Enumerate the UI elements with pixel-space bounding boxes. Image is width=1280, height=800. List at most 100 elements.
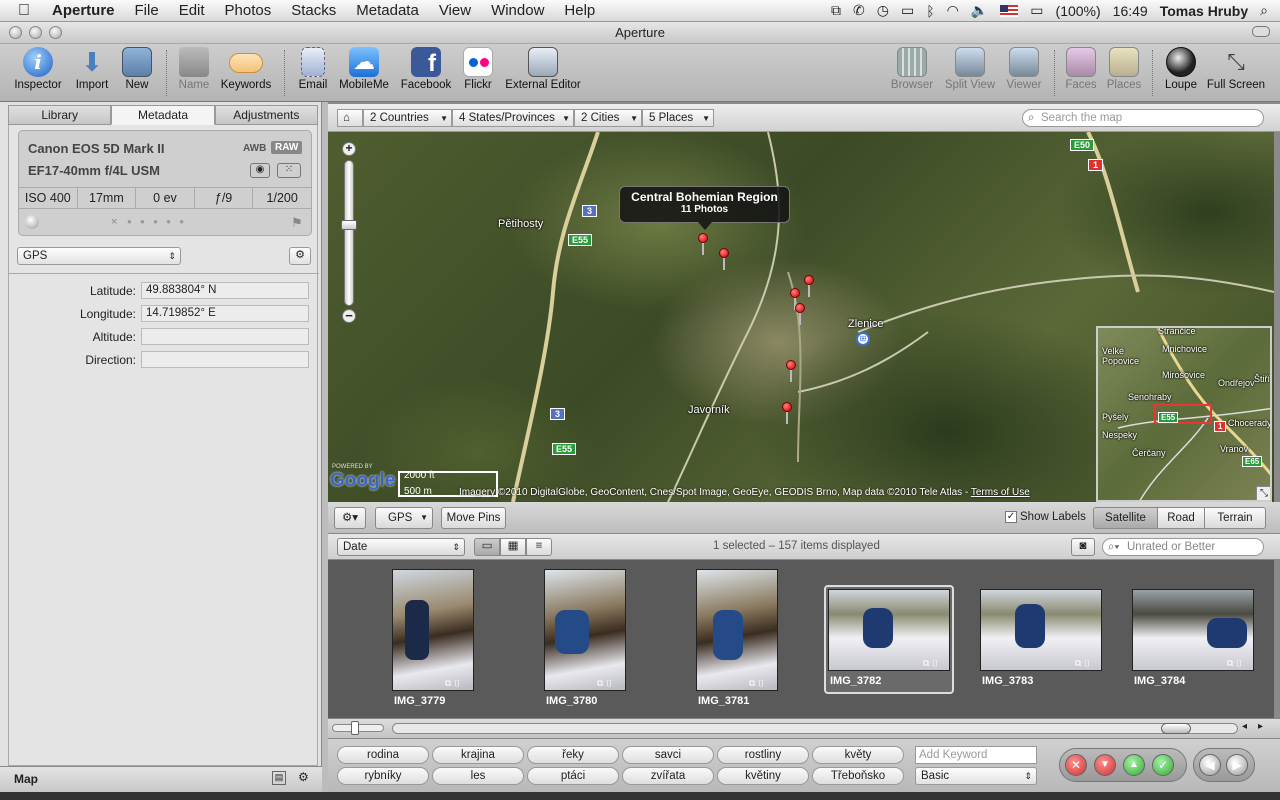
facebook-button[interactable]: f Facebook [400, 47, 452, 91]
overview-minimap[interactable]: Strančice Velké Popovice Mnichovice Miro… [1096, 326, 1272, 502]
bluetooth-icon[interactable]: ᛒ [926, 3, 934, 19]
photo-pin[interactable] [782, 402, 792, 424]
move-pins-button[interactable]: Move Pins [441, 507, 506, 529]
photo-pin[interactable] [795, 303, 805, 325]
photo-thumbnail[interactable]: ⧉ ▯ [828, 589, 950, 671]
map-action-button[interactable]: ⚙▾ [334, 507, 366, 529]
photo-pin[interactable] [804, 275, 814, 297]
new-button[interactable]: New [118, 47, 156, 91]
wifi-icon[interactable]: ◠ [947, 2, 959, 19]
photo-thumbnail[interactable]: ⧉ ▯ [696, 569, 778, 691]
thumbnail-size-slider[interactable] [332, 721, 384, 735]
menu-photos[interactable]: Photos [215, 2, 282, 19]
photo-pin[interactable] [790, 288, 800, 310]
photo-thumbnail[interactable]: ⧉ ▯ [392, 569, 474, 691]
direction-field[interactable] [141, 351, 309, 368]
cities-crumb[interactable]: 2 Cities ▼ [574, 109, 642, 127]
countries-crumb[interactable]: 2 Countries ▼ [363, 109, 452, 127]
inspector-button[interactable]: i Inspector [12, 47, 64, 91]
reject-icon[interactable]: ✕ [1065, 754, 1087, 776]
loupe-button[interactable]: Loupe [1162, 47, 1200, 91]
mobileme-button[interactable]: ☁ MobileMe [338, 47, 390, 91]
scrollbar-thumb[interactable] [1161, 723, 1191, 734]
photo-pin[interactable] [719, 248, 729, 270]
keyword-button[interactable]: rybníky [337, 767, 429, 785]
zoom-window-icon[interactable] [49, 26, 62, 39]
photo-pin[interactable] [698, 233, 708, 255]
menu-app[interactable]: Aperture [42, 2, 125, 19]
zoom-thumb[interactable] [341, 220, 357, 230]
zoom-out-icon[interactable]: − [342, 309, 356, 323]
menu-help[interactable]: Help [554, 2, 605, 19]
decrease-rating-icon[interactable]: ▼ [1094, 754, 1116, 776]
screen-share-icon[interactable]: ⧉ [831, 2, 841, 19]
keywords-button[interactable]: Keywords [219, 47, 273, 91]
toolbar-toggle-icon[interactable] [1252, 26, 1270, 37]
metadata-view-select[interactable]: GPS ⇕ [17, 247, 181, 265]
next-icon[interactable]: ▶ [1226, 754, 1248, 776]
time-machine-icon[interactable]: ◷ [877, 2, 889, 19]
map-callout[interactable]: Central Bohemian Region 11 Photos [619, 186, 790, 230]
keyword-button[interactable]: zvířata [622, 767, 714, 785]
import-button[interactable]: ⬇ Import [72, 47, 112, 91]
terrain-button[interactable]: Terrain [1204, 507, 1266, 529]
keyword-button[interactable]: rostliny [717, 746, 809, 764]
gps-menu-button[interactable]: GPS ▼ [375, 507, 433, 529]
reject-mark[interactable]: × [111, 216, 117, 228]
list-view-button[interactable]: ≡ [526, 538, 552, 556]
zoom-slider[interactable]: + − [341, 142, 357, 326]
states-crumb[interactable]: 4 States/Provinces ▼ [452, 109, 574, 127]
tab-adjustments[interactable]: Adjustments [214, 105, 318, 125]
minimize-window-icon[interactable] [29, 26, 42, 39]
keyword-set-select[interactable]: Basic ⇕ [915, 767, 1037, 785]
external-editor-button[interactable]: External Editor [503, 47, 583, 91]
scroll-right-icon[interactable]: ▸ [1258, 721, 1263, 732]
phone-icon[interactable]: ✆ [853, 2, 865, 19]
email-button[interactable]: Email [296, 47, 330, 91]
display-icon[interactable]: ▭ [901, 2, 914, 19]
zoom-track[interactable] [344, 160, 354, 306]
battery-icon[interactable]: ▭ [1030, 2, 1043, 19]
road-button[interactable]: Road [1157, 507, 1205, 529]
keyword-button[interactable]: květiny [717, 767, 809, 785]
flag-icon[interactable] [1000, 4, 1019, 17]
full-screen-button[interactable]: ⤡ Full Screen [1206, 47, 1266, 91]
latitude-field[interactable]: 49.883804° N [141, 282, 309, 299]
clock[interactable]: 16:49 [1113, 3, 1148, 19]
zoom-in-icon[interactable]: + [342, 142, 356, 156]
satellite-button[interactable]: Satellite [1093, 507, 1158, 529]
menu-metadata[interactable]: Metadata [346, 2, 429, 19]
keyword-button[interactable]: květy [812, 746, 904, 764]
browser-button[interactable]: Browser [890, 47, 934, 91]
menu-window[interactable]: Window [481, 2, 554, 19]
menu-edit[interactable]: Edit [169, 2, 215, 19]
keyword-button[interactable]: Třeboňsko [812, 767, 904, 785]
rating-dots[interactable]: ● ● ● ● ● [127, 217, 187, 226]
viewer-button[interactable]: Viewer [1004, 47, 1044, 91]
tab-library[interactable]: Library [8, 105, 112, 125]
map-search-input[interactable]: ⌕ Search the map [1022, 109, 1264, 127]
keyword-button[interactable]: řeky [527, 746, 619, 764]
grid-view-button[interactable]: ▦ [500, 538, 526, 556]
filter-hud-button[interactable]: ◙ [1071, 538, 1095, 556]
horizontal-scrollbar[interactable] [392, 723, 1238, 734]
menu-file[interactable]: File [125, 2, 169, 19]
tab-metadata[interactable]: Metadata [111, 105, 215, 125]
altitude-field[interactable] [141, 328, 309, 345]
select-icon[interactable]: ✓ [1152, 754, 1174, 776]
photo-pin[interactable] [786, 360, 796, 382]
keyword-button[interactable]: krajina [432, 746, 524, 764]
keyword-button[interactable]: ptáci [527, 767, 619, 785]
filmstrip-view-button[interactable]: ▭ [474, 538, 500, 556]
footer-gear-icon[interactable]: ⚙ [298, 770, 309, 784]
add-keyword-input[interactable]: Add Keyword [915, 746, 1037, 764]
scroll-left-icon[interactable]: ◂ [1242, 721, 1247, 732]
menu-stacks[interactable]: Stacks [281, 2, 346, 19]
split-view-button[interactable]: Split View [944, 47, 996, 91]
volume-icon[interactable]: 🔈 [971, 2, 988, 19]
previous-icon[interactable]: ◀ [1199, 754, 1221, 776]
close-window-icon[interactable] [9, 26, 22, 39]
longitude-field[interactable]: 14.719852° E [141, 305, 309, 322]
terms-link[interactable]: Terms of Use [971, 487, 1030, 498]
spotlight-icon[interactable]: ⌕ [1260, 2, 1268, 19]
